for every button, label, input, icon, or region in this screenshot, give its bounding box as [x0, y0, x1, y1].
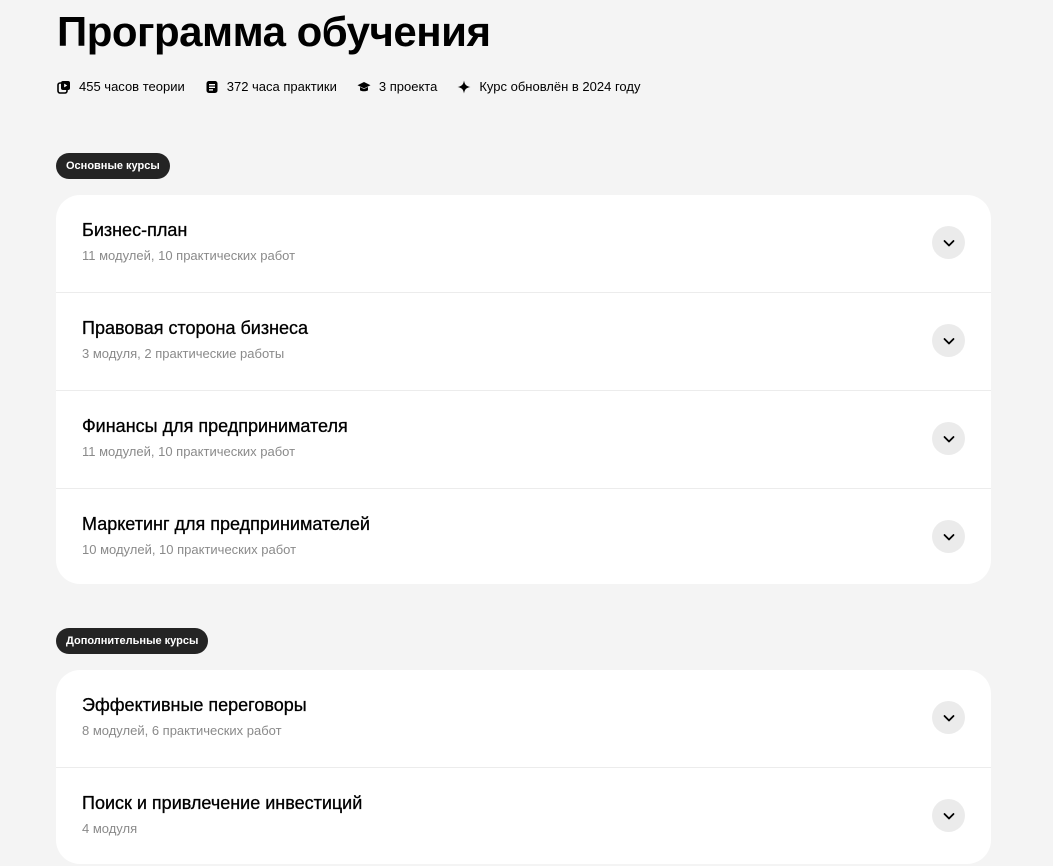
course-meta: 8 модулей, 6 практических работ — [82, 723, 282, 738]
course-meta: 11 модулей, 10 практических работ — [82, 248, 296, 263]
course-meta: 11 модулей, 10 практических работ — [82, 444, 296, 459]
chevron-down-icon — [943, 337, 954, 344]
expand-button[interactable] — [932, 324, 965, 357]
chevron-down-icon — [943, 812, 954, 819]
theory-icon — [57, 80, 71, 94]
expand-button[interactable] — [932, 226, 965, 259]
expand-button[interactable] — [932, 799, 965, 832]
stat-projects: 3 проекта — [357, 77, 437, 97]
course-meta: 10 модулей, 10 практических работ — [82, 542, 297, 557]
course-title: Эффективные переговоры — [82, 695, 307, 715]
course-item-investments[interactable]: Поиск и привлечение инвестиций 4 модуля — [56, 768, 991, 864]
stat-practice-label: 372 часа практики — [226, 79, 337, 94]
course-list-main: Бизнес-план 11 модулей, 10 практических … — [56, 195, 991, 584]
chevron-down-icon — [943, 533, 954, 540]
chevron-down-icon — [943, 714, 954, 721]
course-item-marketing[interactable]: Маркетинг для предпринимателей 10 модуле… — [56, 489, 991, 584]
chevron-down-icon — [943, 435, 954, 442]
stat-updated: Курс обновлён в 2024 году — [457, 77, 640, 97]
sparkle-icon — [457, 80, 471, 94]
section-badge-main: Основные курсы — [56, 153, 170, 179]
section-badge-extra: Дополнительные курсы — [56, 628, 209, 654]
course-meta: 4 модуля — [82, 821, 138, 836]
practice-icon — [205, 80, 219, 94]
course-title: Финансы для предпринимателя — [82, 416, 348, 436]
expand-button[interactable] — [932, 520, 965, 553]
course-item-finance[interactable]: Финансы для предпринимателя 11 модулей, … — [56, 391, 991, 489]
course-title: Поиск и привлечение инвестиций — [82, 793, 363, 813]
stat-theory-label: 455 часов теории — [79, 79, 185, 94]
course-item-negotiations[interactable]: Эффективные переговоры 8 модулей, 6 прак… — [56, 670, 991, 768]
stat-practice: 372 часа практики — [205, 77, 337, 97]
expand-button[interactable] — [932, 422, 965, 455]
program-page: Программа обучения 455 часов теории 372 … — [0, 0, 1053, 866]
course-title: Маркетинг для предпринимателей — [82, 514, 370, 534]
course-title: Правовая сторона бизнеса — [82, 318, 309, 338]
expand-button[interactable] — [932, 701, 965, 734]
course-list-extra: Эффективные переговоры 8 модулей, 6 прак… — [56, 670, 991, 864]
chevron-down-icon — [943, 239, 954, 246]
course-item-legal[interactable]: Правовая сторона бизнеса 3 модуля, 2 пра… — [56, 293, 991, 391]
course-meta: 3 модуля, 2 практические работы — [82, 346, 285, 361]
program-stats: 455 часов теории 372 часа практики 3 про… — [57, 76, 660, 98]
stat-updated-label: Курс обновлён в 2024 году — [479, 79, 641, 94]
graduation-cap-icon — [357, 80, 371, 94]
stat-projects-label: 3 проекта — [378, 79, 438, 94]
page-title: Программа обучения — [57, 8, 491, 55]
course-title: Бизнес-план — [82, 220, 188, 240]
stat-theory: 455 часов теории — [57, 77, 185, 97]
course-item-business-plan[interactable]: Бизнес-план 11 модулей, 10 практических … — [56, 195, 991, 293]
